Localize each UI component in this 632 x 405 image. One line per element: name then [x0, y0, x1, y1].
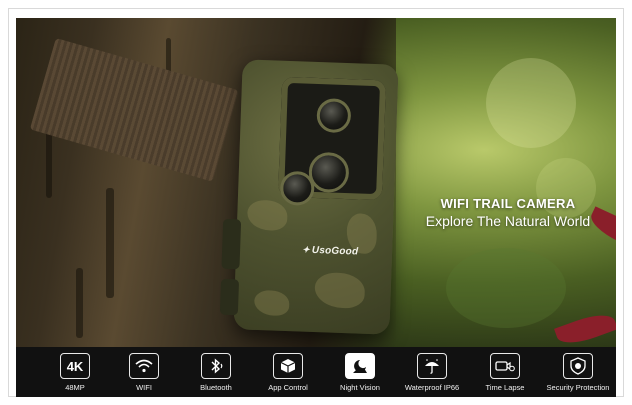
pir-sensor — [308, 151, 350, 194]
hero-subtitle: Explore The Natural World — [425, 213, 591, 229]
feature-48mp: 4K 48MP — [35, 351, 115, 397]
feature-label: WIFI — [136, 383, 152, 392]
trail-camera: ✦ UsoGood — [219, 59, 399, 335]
waterproof-icon — [417, 353, 447, 379]
feature-time-lapse: Time Lapse — [465, 351, 545, 397]
feature-label: Time Lapse — [485, 383, 525, 392]
feature-bar: 4K 48MP WIFI Bluetooth App Control Night… — [16, 347, 616, 397]
feature-app-control: App Control — [248, 351, 328, 397]
brand-logo: ✦ UsoGood — [301, 244, 359, 258]
side-latch — [221, 218, 242, 270]
hero-title: WIFI TRAIL CAMERA — [440, 196, 576, 211]
side-latch — [219, 278, 240, 316]
security-icon — [563, 353, 593, 379]
feature-label: Waterproof IP66 — [404, 383, 460, 392]
feature-label: Bluetooth — [200, 383, 232, 392]
feature-bluetooth: Bluetooth — [176, 351, 256, 397]
product-hero-image: ✦ UsoGood WIFI TRAIL CAMERA Explore The N… — [16, 18, 616, 348]
feature-wifi: WIFI — [104, 351, 184, 397]
night-vision-icon — [345, 353, 375, 379]
red-leaf — [554, 308, 616, 348]
bluetooth-icon — [201, 353, 231, 379]
feature-label: 48MP — [65, 383, 85, 392]
feature-label: Night Vision — [340, 383, 380, 392]
feature-label: Security Protection — [546, 383, 610, 392]
feature-night-vision: Night Vision — [320, 351, 400, 397]
wifi-icon — [129, 353, 159, 379]
app-control-icon — [273, 353, 303, 379]
camera-lens — [316, 97, 352, 134]
flash-lens — [279, 170, 315, 206]
hero-headline: WIFI TRAIL CAMERA Explore The Natural Wo… — [408, 196, 608, 229]
feature-waterproof: Waterproof IP66 — [392, 351, 472, 397]
4k-icon: 4K — [60, 353, 90, 379]
feature-security: Security Protection — [538, 351, 618, 397]
feature-label: App Control — [268, 383, 308, 392]
time-lapse-icon — [490, 353, 520, 379]
brand-mark-icon: ✦ — [301, 244, 311, 255]
